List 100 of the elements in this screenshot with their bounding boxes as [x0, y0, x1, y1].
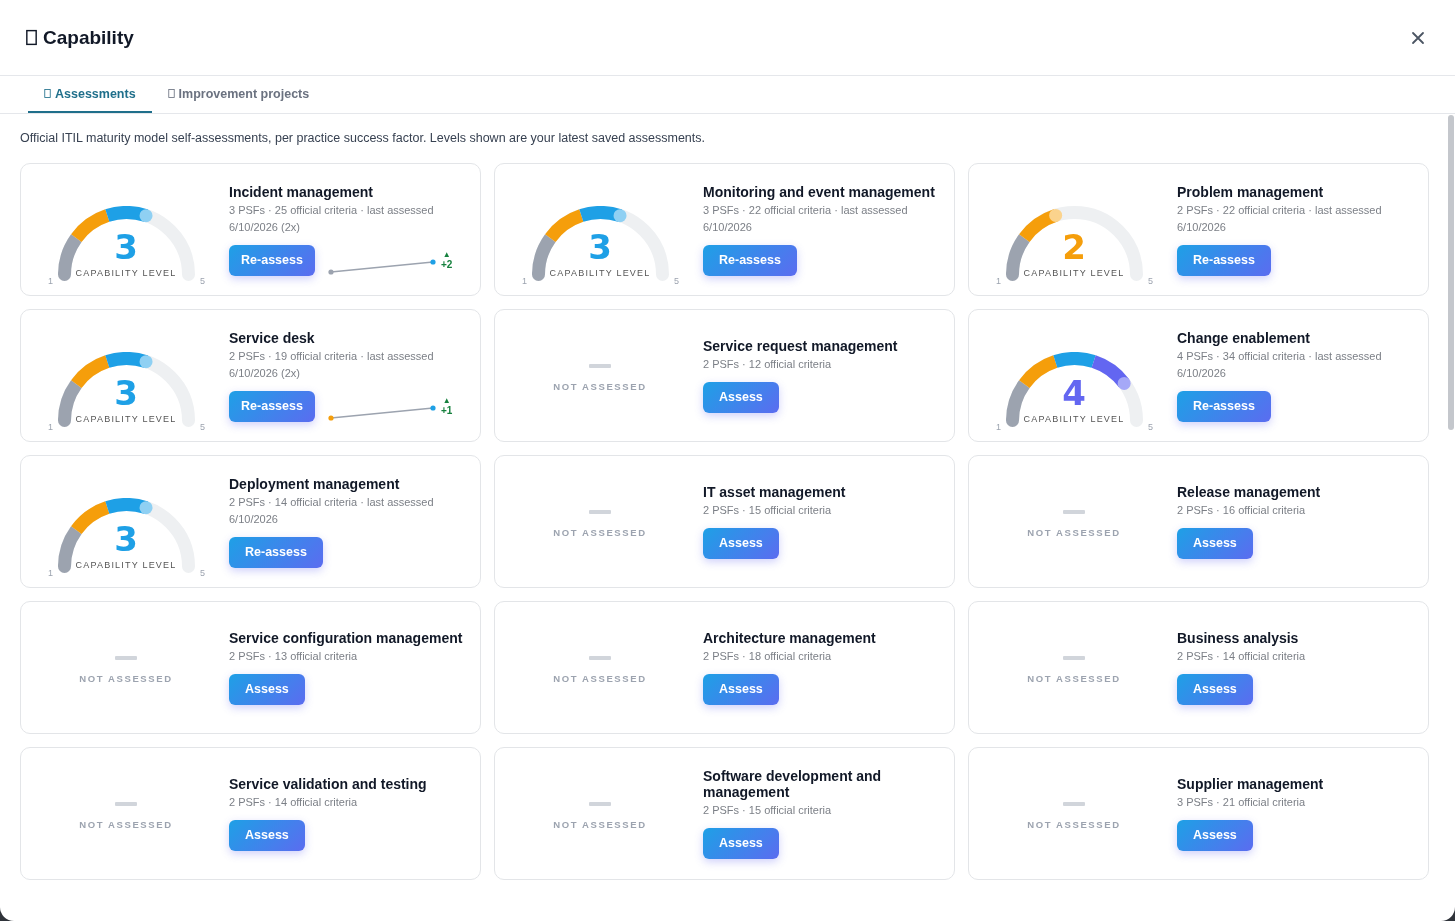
practice-meta: 3 PSFs · 22 official criteria · last assessed 6/10/2026 [703, 202, 909, 235]
gauge-label: CAPABILITY LEVEL [1023, 412, 1125, 425]
delta-value: +1 [441, 404, 453, 417]
practice-name: Monitoring and event management [703, 183, 936, 200]
scale-min: 1 [522, 275, 527, 287]
scale-max: 5 [200, 567, 205, 579]
gauge-label: CAPABILITY LEVEL [75, 558, 177, 571]
practice-name: Change enablement [1177, 329, 1312, 346]
assess-button[interactable]: Re-assess [1177, 390, 1271, 422]
end-dot [430, 405, 436, 411]
practice-meta: 3 PSFs · 21 official criteria [1177, 795, 1307, 810]
assess-button[interactable]: Assess [703, 828, 779, 859]
assess-button[interactable]: Assess [1177, 528, 1253, 559]
practice-meta: 2 PSFs · 14 official criteria [1177, 649, 1307, 664]
dash-icon [1063, 655, 1085, 660]
practice-name: Service configuration management [229, 630, 464, 646]
status-label: NOT ASSESSED [79, 672, 173, 684]
assess-button[interactable]: Re-assess [703, 244, 797, 276]
square-icon [167, 89, 175, 98]
assess-button[interactable]: Assess [229, 820, 305, 851]
practice-meta: 2 PSFs · 14 official criteria · last assessed 6/10/2026 [229, 494, 435, 527]
practice-name: IT asset management [703, 484, 847, 500]
scale-max: 5 [1148, 421, 1153, 433]
status-label: NOT ASSESSED [1027, 818, 1121, 830]
status-label: NOT ASSESSED [553, 818, 647, 830]
up-arrow-icon: ▲ [442, 395, 451, 405]
tab[interactable]: Improvement projects [151, 76, 326, 113]
status-label: NOT ASSESSED [553, 526, 647, 538]
practice-meta: 2 PSFs · 14 official criteria [229, 795, 359, 810]
practice-meta: 2 PSFs · 22 official criteria · last assessed 6/10/2026 [1177, 202, 1383, 235]
practice-meta: 2 PSFs · 12 official criteria [703, 357, 833, 372]
practice-name: Business analysis [1177, 630, 1300, 646]
practice-meta: 2 PSFs · 18 official criteria [703, 649, 833, 664]
scale-min: 1 [48, 567, 53, 579]
square-icon [26, 29, 37, 46]
practice-meta: 4 PSFs · 34 official criteria · last assessed 6/10/2026 [1177, 348, 1383, 381]
square-icon [44, 89, 51, 98]
practice-meta: 2 PSFs · 19 official criteria · last assessed 6/10/2026 (2x) [229, 348, 435, 381]
scale-max: 5 [1148, 275, 1153, 287]
assess-button[interactable]: Re-assess [1177, 244, 1271, 276]
gauge-label: CAPABILITY LEVEL [1023, 266, 1125, 279]
practice-name: Service request management [703, 338, 899, 354]
scale-max: 5 [200, 421, 205, 433]
practice-name: Software development and management [703, 768, 883, 800]
practice-name: Architecture management [703, 630, 877, 646]
scale-min: 1 [48, 275, 53, 287]
dash-icon [115, 655, 137, 660]
assess-button[interactable]: Assess [1177, 674, 1253, 705]
capability-score: 3 [113, 375, 139, 410]
assess-button[interactable]: Assess [703, 528, 779, 559]
dash-icon [1063, 801, 1085, 806]
assess-button[interactable]: Assess [229, 674, 305, 705]
practice-name: Service validation and testing [229, 776, 428, 792]
practice-name: Release management [1177, 484, 1322, 500]
practice-meta: 2 PSFs · 15 official criteria [703, 503, 833, 518]
practice-name: Supplier management [1177, 776, 1325, 792]
status-label: NOT ASSESSED [1027, 672, 1121, 684]
close-icon [1411, 30, 1425, 45]
scale-min: 1 [996, 421, 1001, 433]
practice-name: Service desk [229, 329, 316, 346]
dash-icon [589, 363, 611, 368]
scale-max: 5 [200, 275, 205, 287]
practice-meta: 2 PSFs · 13 official criteria [229, 649, 359, 664]
gauge-label: CAPABILITY LEVEL [75, 266, 177, 279]
window-title: Capability [43, 26, 134, 49]
capability-score: 3 [587, 229, 613, 264]
assess-button[interactable]: Assess [703, 382, 779, 413]
capability-score: 3 [113, 521, 139, 556]
scale-max: 5 [674, 275, 679, 287]
assess-button[interactable]: Re-assess [229, 244, 315, 276]
dash-icon [1063, 509, 1085, 514]
practice-meta: 3 PSFs · 25 official criteria · last assessed 6/10/2026 (2x) [229, 202, 435, 235]
practice-meta: 2 PSFs · 16 official criteria [1177, 503, 1307, 518]
status-label: NOT ASSESSED [1027, 526, 1121, 538]
scale-min: 1 [48, 421, 53, 433]
practice-name: Deployment management [229, 475, 401, 492]
capability-score: 2 [1061, 229, 1087, 264]
practice-name: Problem management [1177, 183, 1325, 200]
assess-button[interactable]: Re-assess [229, 536, 323, 568]
assess-button[interactable]: Re-assess [229, 390, 315, 422]
gauge-label: CAPABILITY LEVEL [75, 412, 177, 425]
status-label: NOT ASSESSED [553, 672, 647, 684]
assess-button[interactable]: Assess [1177, 820, 1253, 851]
gauge-label: CAPABILITY LEVEL [549, 266, 651, 279]
dash-icon [115, 801, 137, 806]
status-label: NOT ASSESSED [553, 380, 647, 392]
capability-score: 3 [113, 229, 139, 264]
description-text: Official ITIL maturity model self-assessments, per practice success factor. Levels shown are your latest saved assessments. [20, 130, 706, 146]
scrollbar-thumb[interactable] [1448, 115, 1454, 430]
end-dot [430, 259, 436, 265]
dash-icon [589, 801, 611, 806]
tab[interactable]: Assessments [28, 76, 152, 113]
up-arrow-icon: ▲ [442, 249, 451, 259]
practice-meta: 2 PSFs · 15 official criteria [703, 803, 833, 818]
capability-score: 4 [1061, 375, 1087, 410]
dash-icon [589, 509, 611, 514]
assess-button[interactable]: Assess [703, 674, 779, 705]
delta-value: +2 [441, 258, 453, 271]
dash-icon [589, 655, 611, 660]
scale-min: 1 [996, 275, 1001, 287]
